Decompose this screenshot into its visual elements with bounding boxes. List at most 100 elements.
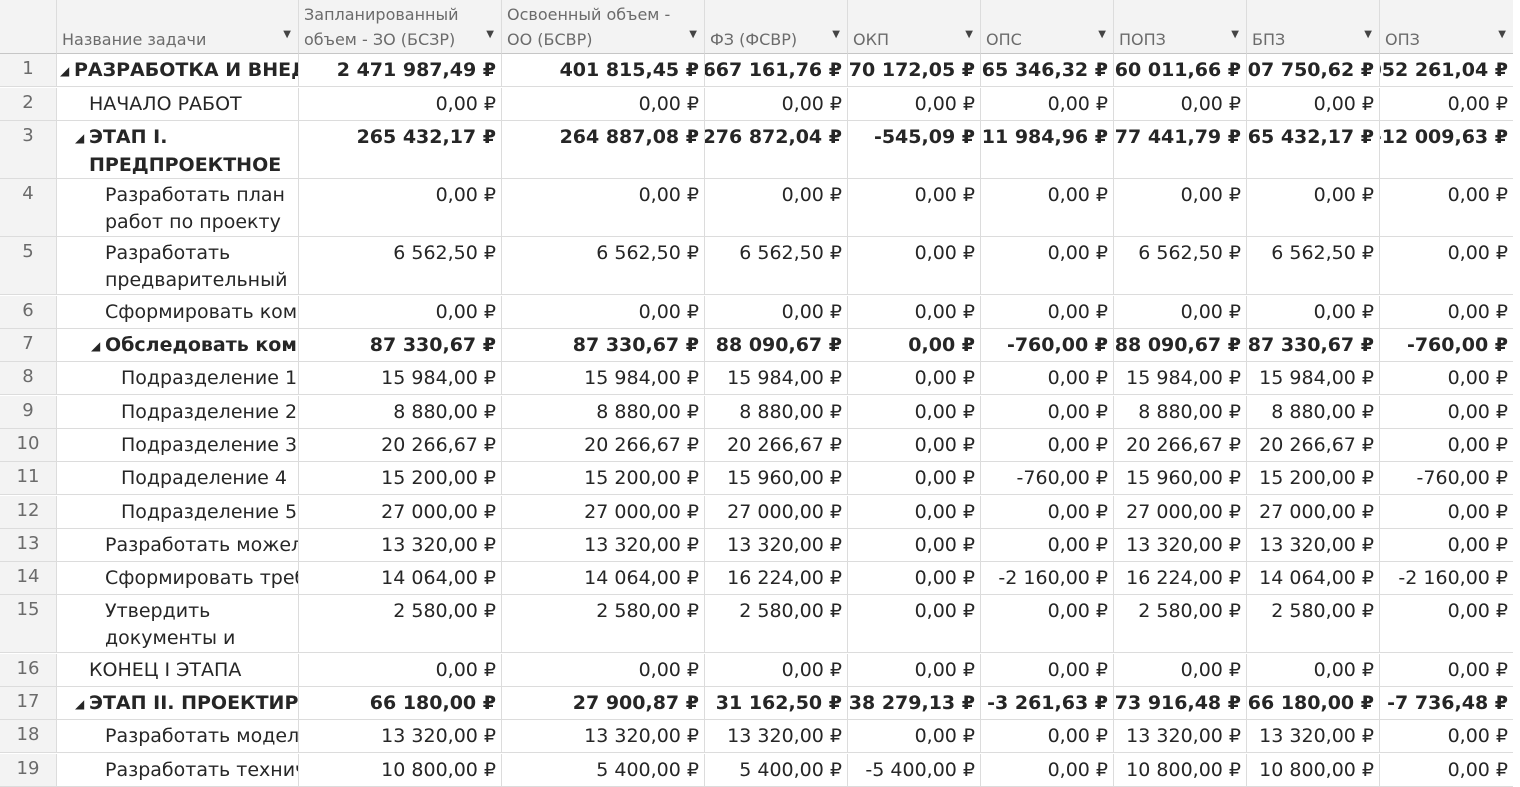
value-cell[interactable]: 15 984,00 ₽ bbox=[1247, 362, 1380, 396]
row-number[interactable]: 11 bbox=[0, 462, 57, 496]
value-cell[interactable]: 0,00 ₽ bbox=[1380, 237, 1513, 296]
task-name-cell[interactable]: ◢Обследовать компа bbox=[57, 329, 299, 363]
value-cell[interactable]: 13 320,00 ₽ bbox=[705, 720, 848, 754]
task-name-cell[interactable]: ◢ ЭТАП I. ПРЕДПРОЕКТНОЕ bbox=[57, 120, 299, 179]
task-name-cell[interactable]: Утвердить документы и внести bbox=[57, 595, 299, 654]
collapse-triangle-icon[interactable]: ◢ bbox=[60, 58, 74, 85]
value-cell[interactable]: 13 320,00 ₽ bbox=[1114, 720, 1247, 754]
value-cell[interactable]: 0,00 ₽ bbox=[981, 528, 1114, 562]
dropdown-arrow-icon[interactable]: ▼ bbox=[689, 22, 697, 47]
value-cell[interactable]: 0,00 ₽ bbox=[1380, 720, 1513, 754]
value-cell[interactable]: 13 320,00 ₽ bbox=[1114, 528, 1247, 562]
value-cell[interactable]: 15 960,00 ₽ bbox=[705, 462, 848, 496]
value-cell[interactable]: 0,00 ₽ bbox=[981, 595, 1114, 654]
value-cell[interactable]: 0,00 ₽ bbox=[1380, 296, 1513, 329]
select-all-corner[interactable] bbox=[0, 0, 57, 54]
task-name-cell[interactable]: Подразделение 1 bbox=[57, 362, 299, 396]
value-cell[interactable]: 87 330,67 ₽ bbox=[299, 329, 502, 363]
value-cell[interactable]: 0,00 ₽ bbox=[848, 87, 981, 121]
dropdown-arrow-icon[interactable]: ▼ bbox=[1098, 22, 1106, 47]
value-cell[interactable]: 88 090,67 ₽ bbox=[705, 329, 848, 363]
value-cell[interactable]: -7 736,48 ₽ bbox=[1380, 687, 1513, 721]
value-cell[interactable]: 0,00 ₽ bbox=[1114, 179, 1247, 238]
value-cell[interactable]: 13 320,00 ₽ bbox=[502, 528, 705, 562]
value-cell[interactable]: 13 320,00 ₽ bbox=[1247, 720, 1380, 754]
value-cell[interactable]: 0,00 ₽ bbox=[981, 428, 1114, 462]
value-cell[interactable]: 20 266,67 ₽ bbox=[1247, 428, 1380, 462]
value-cell[interactable]: 0,00 ₽ bbox=[848, 720, 981, 754]
task-name-cell[interactable]: Разработать техниче bbox=[57, 753, 299, 787]
value-cell[interactable]: 15 200,00 ₽ bbox=[502, 462, 705, 496]
task-name-cell[interactable]: Подразделение 2 bbox=[57, 395, 299, 429]
value-cell[interactable]: 13 320,00 ₽ bbox=[1247, 528, 1380, 562]
value-cell[interactable]: 0,00 ₽ bbox=[848, 362, 981, 396]
task-name-cell[interactable]: ◢РАЗРАБОТКА И ВНЕДРЕ bbox=[57, 54, 299, 88]
row-number[interactable]: 4 bbox=[0, 179, 57, 238]
dropdown-arrow-icon[interactable]: ▼ bbox=[965, 22, 973, 47]
value-cell[interactable]: 265 432,17 ₽ bbox=[299, 120, 502, 179]
value-cell[interactable]: 31 162,50 ₽ bbox=[705, 687, 848, 721]
value-cell[interactable]: 0,00 ₽ bbox=[1380, 496, 1513, 529]
dropdown-arrow-icon[interactable]: ▼ bbox=[486, 22, 494, 47]
value-cell[interactable]: 2 580,00 ₽ bbox=[705, 595, 848, 654]
dropdown-arrow-icon[interactable]: ▼ bbox=[832, 22, 840, 47]
value-cell[interactable]: 0,00 ₽ bbox=[981, 87, 1114, 121]
value-cell[interactable]: -760,00 ₽ bbox=[1380, 462, 1513, 496]
row-number[interactable]: 13 bbox=[0, 528, 57, 562]
value-cell[interactable]: 10 800,00 ₽ bbox=[1114, 753, 1247, 787]
value-cell[interactable]: -2 160,00 ₽ bbox=[981, 562, 1114, 596]
value-cell[interactable]: -760,00 ₽ bbox=[981, 462, 1114, 496]
value-cell[interactable]: 0,00 ₽ bbox=[1380, 396, 1513, 429]
value-cell[interactable]: 27 900,87 ₽ bbox=[502, 687, 705, 721]
value-cell[interactable]: 277 441,79 ₽ bbox=[1114, 120, 1247, 179]
column-header[interactable]: Название задачи ▼ bbox=[57, 0, 299, 54]
value-cell[interactable]: -265 346,32 ₽ bbox=[981, 54, 1114, 88]
value-cell[interactable]: -760,00 ₽ bbox=[1380, 329, 1513, 363]
value-cell[interactable]: 0,00 ₽ bbox=[981, 753, 1114, 787]
value-cell[interactable]: 10 800,00 ₽ bbox=[1247, 753, 1380, 787]
value-cell[interactable]: -545,09 ₽ bbox=[848, 120, 981, 179]
value-cell[interactable]: 27 000,00 ₽ bbox=[299, 495, 502, 529]
value-cell[interactable]: 0,00 ₽ bbox=[848, 329, 981, 363]
value-cell[interactable]: 3 107 750,62 ₽ bbox=[1247, 54, 1380, 88]
value-cell[interactable]: 0,00 ₽ bbox=[1247, 295, 1380, 329]
dropdown-arrow-icon[interactable]: ▼ bbox=[1231, 22, 1239, 47]
value-cell[interactable]: 16 224,00 ₽ bbox=[1114, 562, 1247, 596]
value-cell[interactable]: 0,00 ₽ bbox=[502, 653, 705, 687]
value-cell[interactable]: 2 580,00 ₽ bbox=[1247, 595, 1380, 654]
value-cell[interactable]: 8 880,00 ₽ bbox=[1114, 395, 1247, 429]
value-cell[interactable]: 2 471 987,49 ₽ bbox=[299, 54, 502, 88]
value-cell[interactable]: 0,00 ₽ bbox=[1380, 754, 1513, 787]
value-cell[interactable]: -38 279,13 ₽ bbox=[848, 687, 981, 721]
value-cell[interactable]: 6 562,50 ₽ bbox=[1114, 237, 1247, 296]
value-cell[interactable]: 87 330,67 ₽ bbox=[502, 329, 705, 363]
dropdown-arrow-icon[interactable]: ▼ bbox=[1364, 22, 1372, 47]
row-number[interactable]: 9 bbox=[0, 395, 57, 429]
value-cell[interactable]: 2 580,00 ₽ bbox=[502, 595, 705, 654]
value-cell[interactable]: 667 161,76 ₽ bbox=[705, 54, 848, 88]
column-header[interactable]: ОКП ▼ bbox=[848, 0, 981, 54]
value-cell[interactable]: 0,00 ₽ bbox=[299, 87, 502, 121]
value-cell[interactable]: 6 562,50 ₽ bbox=[502, 237, 705, 296]
value-cell[interactable]: 0,00 ₽ bbox=[1380, 179, 1513, 238]
value-cell[interactable]: 0,00 ₽ bbox=[705, 87, 848, 121]
value-cell[interactable]: 0,00 ₽ bbox=[705, 653, 848, 687]
value-cell[interactable]: 5 160 011,66 ₽ bbox=[1114, 54, 1247, 88]
value-cell[interactable]: 13 320,00 ₽ bbox=[705, 528, 848, 562]
value-cell[interactable]: 8 880,00 ₽ bbox=[299, 395, 502, 429]
value-cell[interactable]: -2 160,00 ₽ bbox=[1380, 562, 1513, 596]
value-cell[interactable]: 0,00 ₽ bbox=[502, 179, 705, 238]
value-cell[interactable]: 2 070 172,05 ₽ bbox=[848, 54, 981, 88]
value-cell[interactable]: 2 580,00 ₽ bbox=[299, 595, 502, 654]
value-cell[interactable]: 0,00 ₽ bbox=[848, 428, 981, 462]
column-header[interactable]: ОПС ▼ bbox=[981, 0, 1114, 54]
value-cell[interactable]: 0,00 ₽ bbox=[981, 653, 1114, 687]
collapse-triangle-icon[interactable]: ◢ bbox=[75, 125, 89, 152]
task-name-cell[interactable]: Разработать модель bbox=[57, 720, 299, 754]
value-cell[interactable]: 8 880,00 ₽ bbox=[1247, 395, 1380, 429]
value-cell[interactable]: 16 224,00 ₽ bbox=[705, 562, 848, 596]
row-number[interactable]: 5 bbox=[0, 237, 57, 296]
value-cell[interactable]: 14 064,00 ₽ bbox=[1247, 562, 1380, 596]
value-cell[interactable]: -12 009,63 ₽ bbox=[1380, 121, 1513, 179]
value-cell[interactable]: 5 400,00 ₽ bbox=[705, 753, 848, 787]
